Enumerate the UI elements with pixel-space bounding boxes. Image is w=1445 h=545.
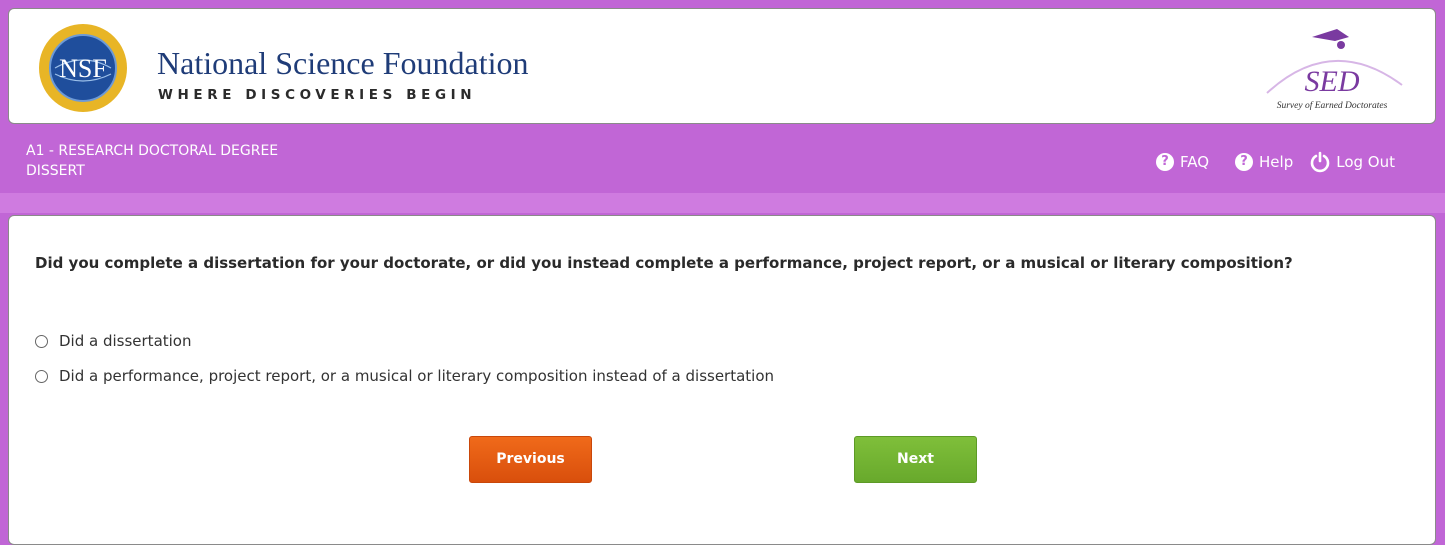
nsf-logo: NSF (39, 24, 127, 112)
option-dissertation[interactable]: Did a dissertation (35, 332, 192, 350)
page-frame: NSF National Science Foundation WHERE DI… (0, 0, 1445, 545)
question-text: Did you complete a dissertation for your… (35, 254, 1293, 272)
question-icon: ? (1155, 153, 1174, 171)
section-title-line1: A1 - RESEARCH DOCTORAL DEGREE (26, 143, 279, 159)
radio-button[interactable] (35, 334, 48, 348)
logout-link[interactable]: Log Out (1309, 151, 1395, 173)
question-icon: ? (1235, 153, 1254, 171)
help-link[interactable]: ? Help (1235, 153, 1293, 171)
power-icon (1310, 151, 1330, 173)
section-title: A1 - RESEARCH DOCTORAL DEGREE DISSERT (26, 141, 446, 181)
option-performance[interactable]: Did a performance, project report, or a … (35, 367, 774, 385)
question-panel: Did you complete a dissertation for your… (8, 215, 1436, 545)
help-label: Help (1259, 153, 1294, 171)
option-label: Did a dissertation (59, 332, 192, 350)
nav-links: ? FAQ ? Help Log Out (1130, 151, 1395, 173)
option-label: Did a performance, project report, or a … (59, 367, 775, 385)
org-tagline: WHERE DISCOVERIES BEGIN (158, 87, 477, 103)
faq-link[interactable]: ? FAQ (1155, 153, 1210, 171)
org-name: National Science Foundation (157, 45, 529, 81)
faq-label: FAQ (1179, 153, 1210, 171)
sed-logo-text: SED (1304, 65, 1360, 98)
logout-label: Log Out (1336, 153, 1395, 171)
radio-button[interactable] (35, 369, 48, 383)
section-title-line2: DISSERT (26, 163, 85, 179)
next-button[interactable]: Next (854, 436, 977, 483)
sed-logo: SED Survey of Earned Doctorates (1257, 23, 1407, 117)
header-banner: NSF National Science Foundation WHERE DI… (8, 8, 1436, 124)
section-divider-band (0, 193, 1445, 213)
nsf-logo-text: NSF (59, 54, 107, 83)
previous-button[interactable]: Previous (469, 436, 592, 483)
sed-logo-subtitle: Survey of Earned Doctorates (1276, 101, 1388, 111)
